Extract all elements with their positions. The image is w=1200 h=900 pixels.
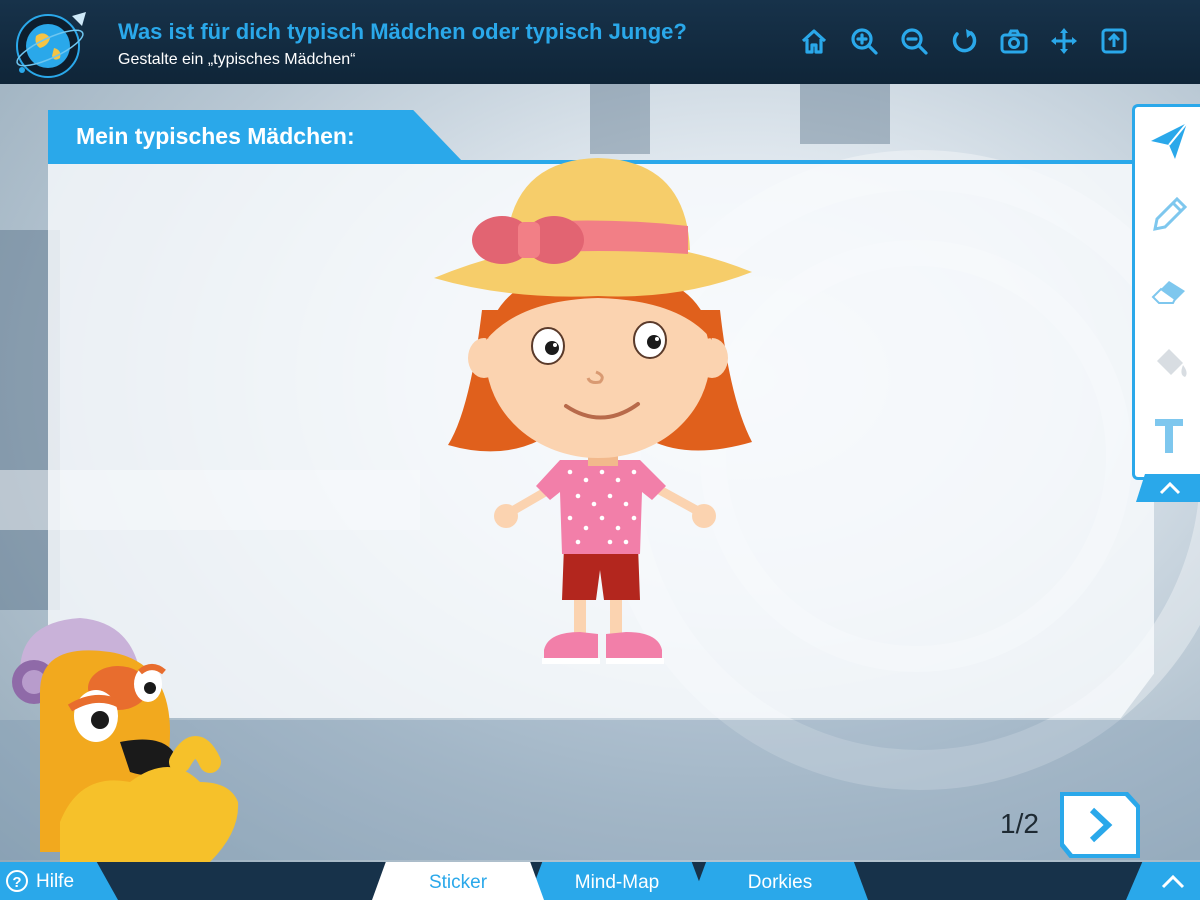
upload-button[interactable]	[1096, 24, 1132, 58]
page-indicator: 1/2	[1000, 808, 1039, 839]
globe-logo-icon	[16, 12, 86, 78]
drawing-toolbar	[1132, 104, 1200, 480]
chevron-up-icon	[1161, 874, 1185, 889]
home-button[interactable]	[796, 24, 832, 58]
camera-icon	[1000, 29, 1028, 54]
pencil-icon[interactable]	[1147, 193, 1191, 237]
tab-mind-map[interactable]: Mind-Map	[528, 862, 706, 900]
tab-dorkies[interactable]: Dorkies	[692, 862, 868, 900]
fill-bucket-icon[interactable]	[1147, 341, 1191, 385]
next-page-button-face[interactable]	[1064, 796, 1136, 854]
zoom-out-button[interactable]	[896, 24, 932, 58]
reset-icon	[952, 29, 977, 53]
panel-heading: Mein typisches Mädchen:	[76, 123, 355, 149]
home-icon	[801, 29, 827, 54]
help-icon: ?	[6, 870, 28, 892]
page-title: Was ist für dich typisch Mädchen oder ty…	[118, 19, 687, 44]
upload-icon	[1101, 28, 1127, 54]
eraser-icon[interactable]	[1147, 267, 1191, 311]
tab-mind-map-label: Mind-Map	[574, 872, 660, 893]
move-button[interactable]	[1046, 24, 1082, 58]
send-icon[interactable]	[1147, 119, 1191, 163]
page-subtitle: Gestalte ein „typisches Mädchen“	[118, 51, 356, 68]
tab-sticker[interactable]: Sticker	[372, 862, 544, 900]
tab-dorkies-label: Dorkies	[747, 872, 813, 893]
header-bar: Was ist für dich typisch Mädchen oder ty…	[0, 0, 1200, 84]
text-icon[interactable]	[1147, 413, 1191, 457]
top-toolbar	[796, 24, 1132, 58]
zoom-in-icon	[851, 28, 878, 55]
chevron-up-icon	[1159, 481, 1181, 495]
panel-heading-tab: Mein typisches Mädchen:	[48, 110, 463, 162]
toolbar-collapse-button[interactable]	[1136, 474, 1200, 502]
chevron-right-icon	[1089, 807, 1113, 843]
screenshot-button[interactable]	[996, 24, 1032, 58]
zoom-out-icon	[901, 28, 928, 55]
move-icon	[1051, 28, 1077, 54]
girl-sticker[interactable]	[430, 150, 760, 670]
tab-sticker-label: Sticker	[428, 872, 488, 893]
help-label: Hilfe	[36, 871, 75, 892]
mascot-character	[12, 618, 239, 900]
zoom-in-button[interactable]	[846, 24, 882, 58]
reset-button[interactable]	[946, 24, 982, 58]
